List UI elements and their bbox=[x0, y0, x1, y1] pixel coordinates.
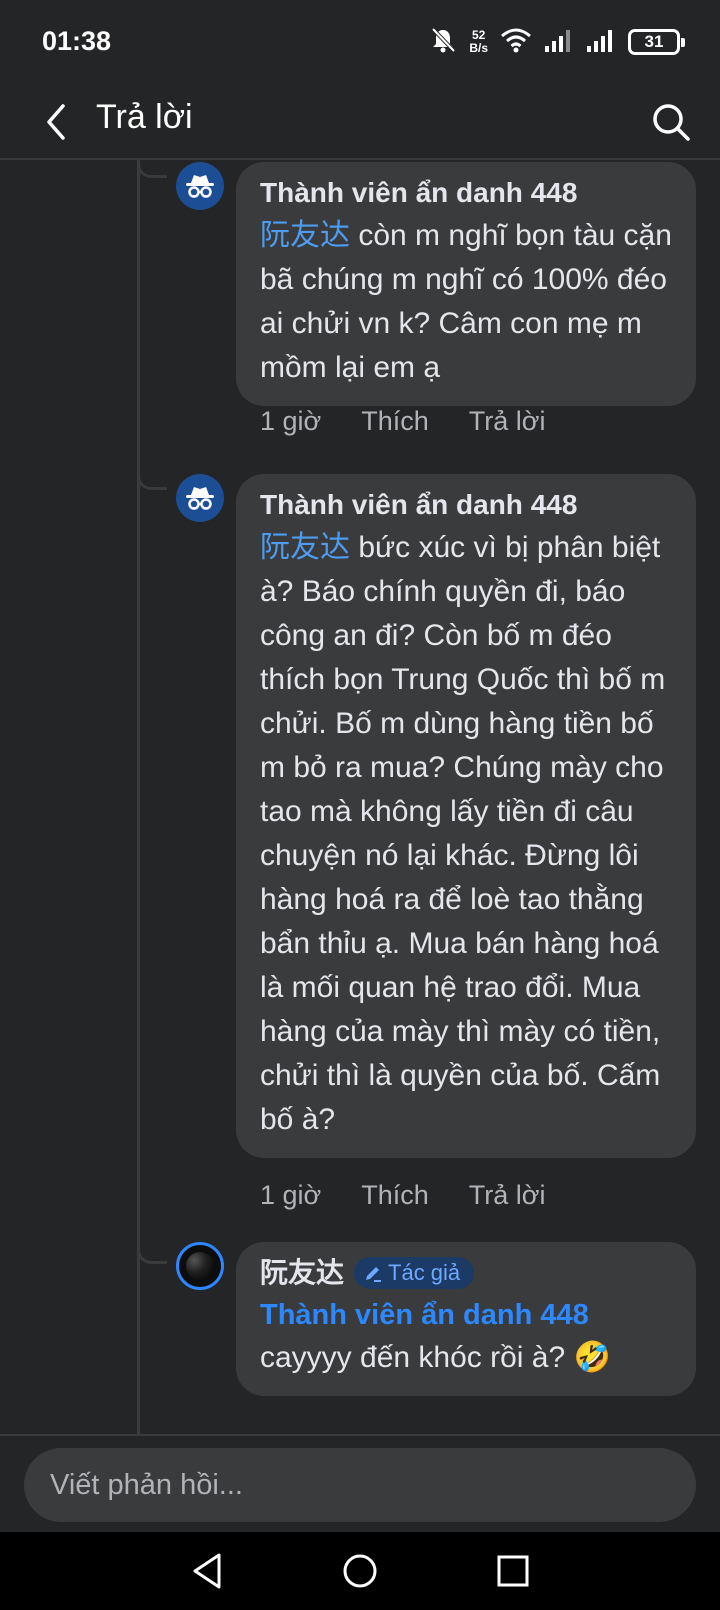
comment-bubble[interactable]: Thành viên ẩn danh 448 阮友达 bức xúc vì bị… bbox=[236, 474, 696, 1158]
search-icon bbox=[653, 104, 690, 141]
comment-author[interactable]: 阮友达 bbox=[260, 1256, 344, 1290]
net-speed: 52 B/s bbox=[469, 28, 488, 55]
comment-text: 阮友达 bức xúc vì bị phân biệt à? Báo chính… bbox=[260, 531, 666, 1136]
like-button[interactable]: Thích bbox=[361, 1180, 429, 1211]
reply-button[interactable]: Trả lời bbox=[469, 1180, 546, 1211]
comment-bubble[interactable]: 阮友达 Tác giả Thành viên ẩn danh 448 cayyy… bbox=[236, 1242, 696, 1396]
comment-time: 1 giờ bbox=[260, 406, 322, 436]
anonymous-avatar[interactable] bbox=[176, 162, 224, 210]
comment-bubble[interactable]: Thành viên ẩn danh 448 阮友达 còn m nghĩ bọ… bbox=[236, 162, 696, 406]
mention-link[interactable]: 阮友达 bbox=[260, 219, 350, 252]
mention-link[interactable]: 阮友达 bbox=[260, 531, 350, 564]
app-header: Trả lời bbox=[0, 84, 720, 160]
signal-icon bbox=[544, 27, 574, 58]
back-button[interactable] bbox=[28, 94, 84, 150]
battery-icon: 31 bbox=[628, 29, 685, 55]
thread-line bbox=[137, 160, 140, 1434]
author-avatar[interactable] bbox=[176, 1242, 224, 1290]
thread-connector bbox=[137, 160, 167, 178]
status-icons: 52 B/s 31 bbox=[429, 24, 685, 60]
comment-text: 阮友达 còn m nghĩ bọn tàu cặn bã chúng m ng… bbox=[260, 219, 672, 384]
reply-area bbox=[0, 1434, 720, 1532]
search-button[interactable] bbox=[642, 93, 700, 151]
wifi-icon bbox=[500, 27, 532, 58]
comment-author[interactable]: Thành viên ẩn danh 448 bbox=[260, 488, 577, 522]
chevron-left-icon bbox=[47, 104, 65, 140]
mute-bell-icon bbox=[429, 26, 457, 59]
nav-back-button[interactable] bbox=[177, 1541, 237, 1601]
like-button[interactable]: Thích bbox=[361, 406, 429, 437]
status-bar: 01:38 52 B/s 31 bbox=[0, 0, 720, 84]
nav-recents-button[interactable] bbox=[483, 1541, 543, 1601]
comment-author[interactable]: Thành viên ẩn danh 448 bbox=[260, 176, 577, 210]
reply-input[interactable] bbox=[24, 1448, 696, 1522]
nav-home-button[interactable] bbox=[330, 1541, 390, 1601]
signal-icon bbox=[586, 27, 616, 58]
thread-connector bbox=[137, 1246, 167, 1264]
nav-recents-icon bbox=[497, 1555, 529, 1587]
mention-link[interactable]: Thành viên ẩn danh 448 bbox=[260, 1294, 672, 1336]
system-nav-bar bbox=[0, 1532, 720, 1610]
author-badge: Tác giả bbox=[354, 1257, 475, 1289]
page-title: Trả lời bbox=[96, 98, 193, 136]
comment-thread[interactable]: Thành viên ẩn danh 448 阮友达 còn m nghĩ bọ… bbox=[0, 160, 720, 1434]
reply-button[interactable]: Trả lời bbox=[469, 406, 546, 437]
thread-connector bbox=[137, 472, 167, 490]
comment-text: Thành viên ẩn danh 448 cayyyy đến khóc r… bbox=[260, 1294, 672, 1380]
nav-home-icon bbox=[343, 1554, 377, 1588]
nav-back-icon bbox=[193, 1553, 221, 1589]
comment-actions: 1 giờ Thích Trả lời bbox=[260, 1180, 545, 1211]
status-time: 01:38 bbox=[42, 26, 112, 56]
anonymous-avatar[interactable] bbox=[176, 474, 224, 522]
incognito-icon bbox=[186, 175, 214, 198]
comment-actions: 1 giờ Thích Trả lời bbox=[260, 406, 545, 437]
pencil-icon bbox=[366, 1267, 382, 1282]
incognito-icon bbox=[186, 487, 214, 510]
comment-time: 1 giờ bbox=[260, 1180, 322, 1210]
